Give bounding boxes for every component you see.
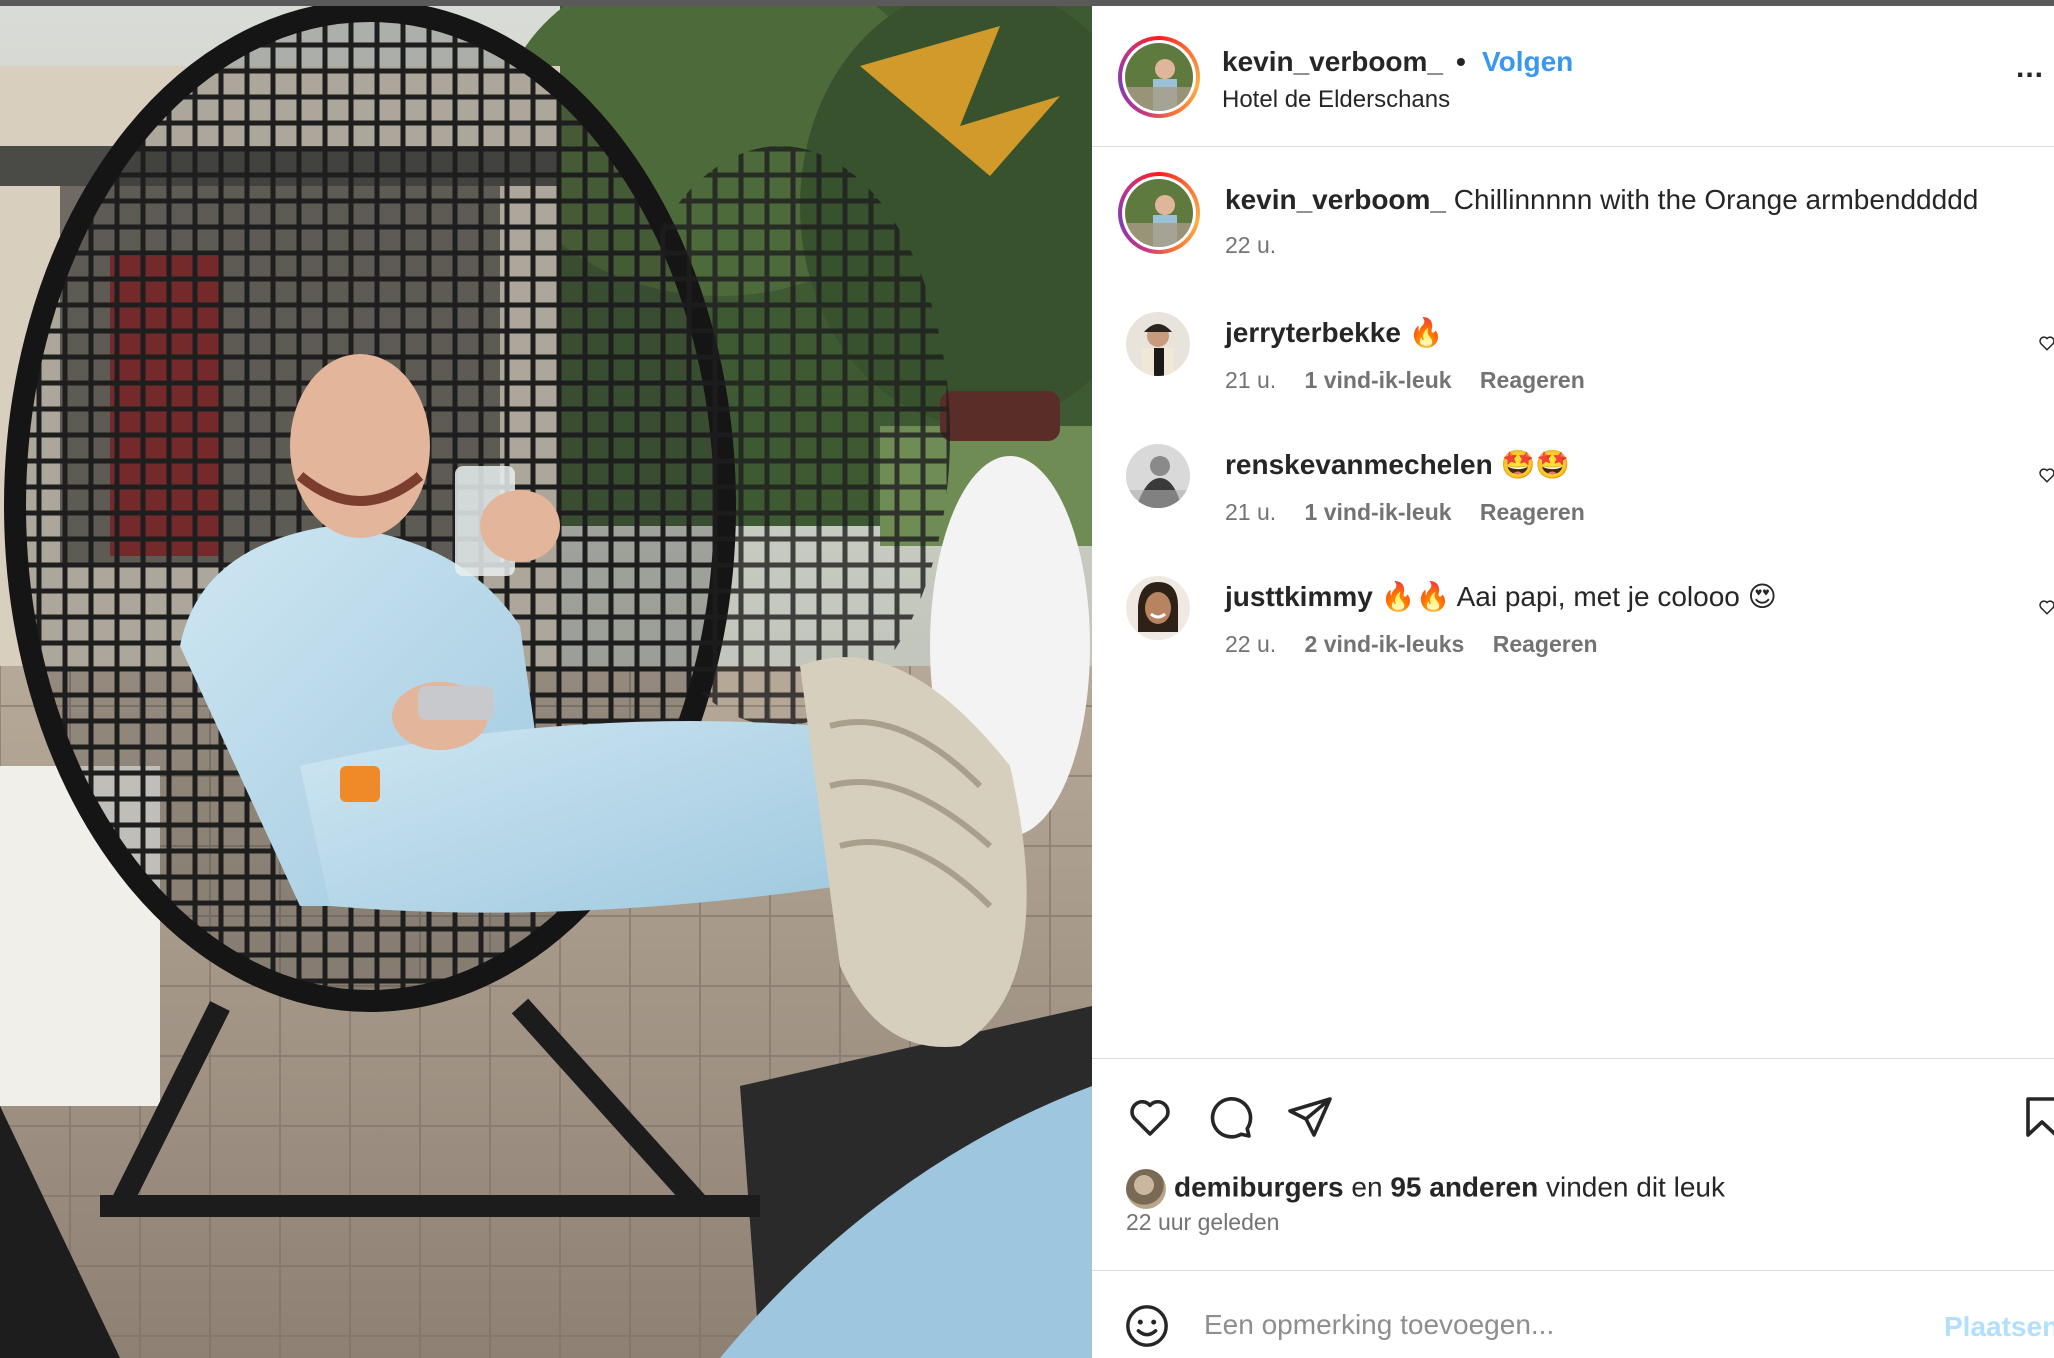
comment-text: justtkimmy 🔥🔥 Aai papi, met je colooo 😍	[1225, 580, 1777, 613]
likes-suffix: vinden dit leuk	[1545, 1171, 1725, 1203]
comment-heart-icon[interactable]	[2038, 598, 2054, 616]
avatar[interactable]	[1125, 179, 1193, 247]
comment-username[interactable]: renskevanmechelen	[1225, 449, 1493, 480]
location-link[interactable]: Hotel de Elderschans	[1222, 86, 1450, 114]
avatar[interactable]	[1126, 444, 1190, 508]
emoji-icon[interactable]	[1124, 1303, 1170, 1349]
comment-meta: 21 u. 1 vind-ik-leuk Reageren	[1225, 367, 1607, 394]
bookmark-icon[interactable]	[2018, 1093, 2054, 1141]
post-photo-image	[0, 6, 1092, 1358]
comment-body: 🤩🤩	[1500, 449, 1571, 480]
comment-likes[interactable]: 1 vind-ik-leuk	[1305, 367, 1452, 393]
comment-text: jerryterbekke 🔥	[1225, 316, 1444, 349]
heart-icon[interactable]	[1126, 1093, 1174, 1141]
comment-likes[interactable]: 1 vind-ik-leuk	[1305, 499, 1452, 525]
post-timestamp[interactable]: 22 uur geleden	[1126, 1209, 1279, 1236]
comment-username[interactable]: jerryterbekke	[1225, 317, 1401, 348]
avatar[interactable]	[1125, 43, 1193, 111]
reply-button[interactable]: Reageren	[1480, 367, 1585, 393]
comment-text: renskevanmechelen 🤩🤩	[1225, 448, 1570, 481]
caption-time[interactable]: 22 u.	[1225, 232, 1276, 259]
liker-avatar[interactable]	[1126, 1169, 1166, 1209]
comment-meta: 21 u. 1 vind-ik-leuk Reageren	[1225, 499, 1607, 526]
caption-text: kevin_verboom_ Chillinnnnn with the Oran…	[1225, 184, 1978, 216]
action-bar: demiburgers en 95 anderen vinden dit leu…	[1092, 1058, 2054, 1278]
likes-summary: demiburgers en 95 anderen vinden dit leu…	[1126, 1169, 1725, 1209]
caption-body: Chillinnnnn with the Orange armbenddddd	[1453, 184, 1979, 215]
liker-username[interactable]: demiburgers	[1174, 1171, 1344, 1202]
comment-likes[interactable]: 2 vind-ik-leuks	[1305, 631, 1465, 657]
comment-heart-icon[interactable]	[2038, 466, 2054, 484]
comment: justtkimmy 🔥🔥 Aai papi, met je colooo 😍 …	[1092, 576, 2054, 676]
comment-time[interactable]: 21 u.	[1225, 499, 1276, 525]
post-header: kevin_verboom_ • Volgen Hotel de Eldersc…	[1092, 6, 2054, 147]
comment-time[interactable]: 21 u.	[1225, 367, 1276, 393]
post-comment-button[interactable]: Plaatsen	[1944, 1311, 2054, 1343]
likes-connector: en	[1351, 1171, 1383, 1203]
comment-username[interactable]: justtkimmy	[1225, 581, 1373, 612]
comment-body: 🔥	[1408, 317, 1444, 348]
comment-icon[interactable]	[1206, 1093, 1254, 1141]
comment: jerryterbekke 🔥 21 u. 1 vind-ik-leuk Rea…	[1092, 312, 2054, 412]
post-sidebar: kevin_verboom_ • Volgen Hotel de Eldersc…	[1092, 6, 2054, 1358]
author-username[interactable]: kevin_verboom_	[1222, 46, 1443, 78]
share-icon[interactable]	[1286, 1093, 1334, 1141]
more-options-icon[interactable]: ...	[2016, 51, 2044, 85]
separator-dot: •	[1456, 46, 1466, 77]
comment-body: 🔥🔥 Aai papi, met je colooo 😍	[1380, 581, 1777, 612]
comment-meta: 22 u. 2 vind-ik-leuks Reageren	[1225, 631, 1620, 658]
comment-heart-icon[interactable]	[2038, 334, 2054, 352]
likes-others[interactable]: 95 anderen	[1390, 1171, 1538, 1202]
comment-input[interactable]	[1204, 1303, 1904, 1347]
caption-username[interactable]: kevin_verboom_	[1225, 184, 1446, 215]
comment: renskevanmechelen 🤩🤩 21 u. 1 vind-ik-leu…	[1092, 444, 2054, 544]
comment-time[interactable]: 22 u.	[1225, 631, 1276, 657]
reply-button[interactable]: Reageren	[1480, 499, 1585, 525]
avatar[interactable]	[1126, 576, 1190, 640]
reply-button[interactable]: Reageren	[1493, 631, 1598, 657]
follow-button[interactable]: Volgen	[1482, 46, 1573, 78]
post-photo[interactable]	[0, 6, 1092, 1358]
avatar[interactable]	[1126, 312, 1190, 376]
add-comment-bar: Plaatsen	[1092, 1270, 2054, 1358]
